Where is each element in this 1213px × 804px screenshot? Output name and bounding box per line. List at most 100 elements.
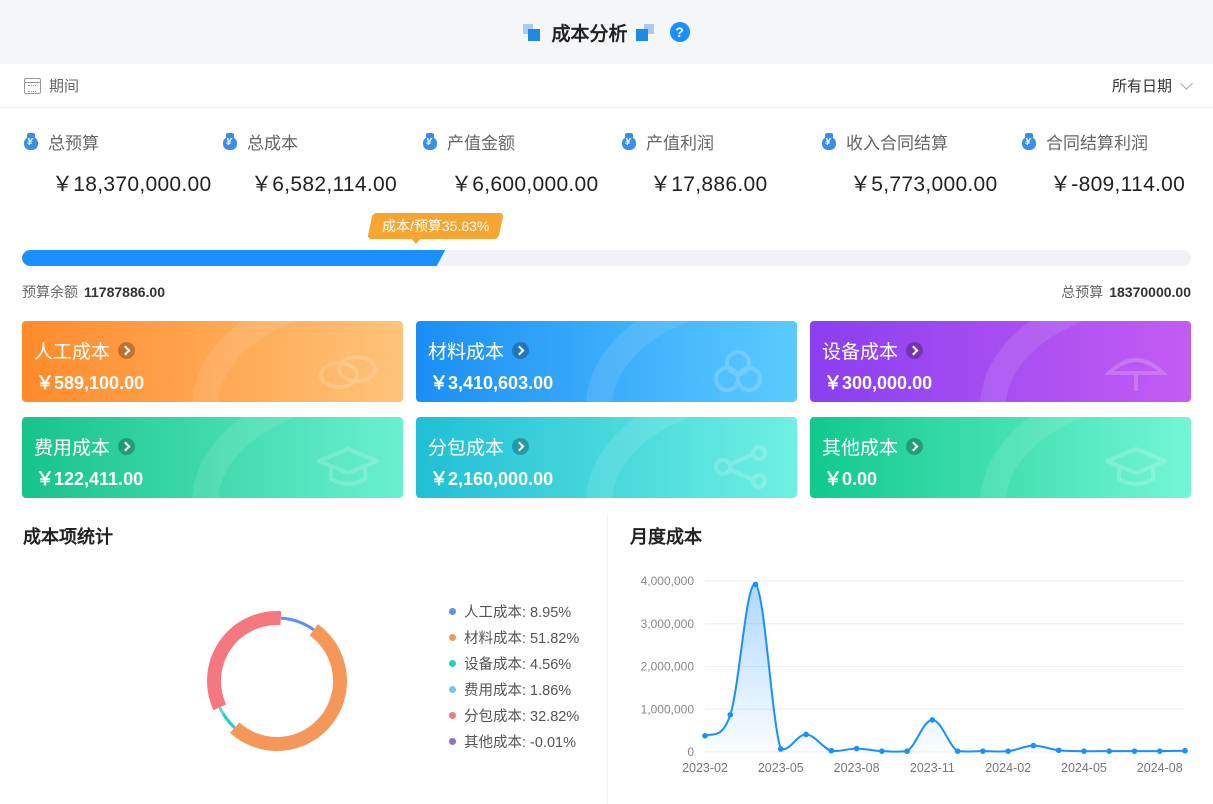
stat-value: ￥6,582,114.00 bbox=[251, 173, 397, 196]
summary-stats: 总预算 ￥18,370,000.00 总成本 ￥6,582,114.00 产值金… bbox=[0, 128, 1213, 208]
stat-label: 总预算 bbox=[48, 133, 99, 153]
progress-tooltip: 成本/预算35.83% bbox=[367, 213, 505, 239]
data-point[interactable] bbox=[1106, 748, 1113, 754]
card-value: ￥0.00 bbox=[824, 469, 878, 489]
chevron-right-icon[interactable] bbox=[118, 342, 136, 359]
donut-slice-3[interactable] bbox=[218, 706, 225, 715]
card-label[interactable]: 分包成本 bbox=[428, 433, 504, 460]
legend-dot-icon bbox=[449, 659, 456, 667]
legend-label: 材料成本: 51.82% bbox=[464, 630, 580, 647]
data-point[interactable] bbox=[879, 748, 885, 754]
card-label[interactable]: 其他成本 bbox=[822, 433, 898, 460]
legend-dot-icon bbox=[449, 737, 456, 745]
series-line bbox=[704, 583, 1186, 753]
card-label[interactable]: 费用成本 bbox=[34, 433, 110, 460]
budget-remaining-label: 预算余额 bbox=[22, 284, 78, 300]
money-bag-icon bbox=[822, 132, 836, 150]
data-point[interactable] bbox=[727, 712, 734, 718]
data-point[interactable] bbox=[904, 748, 910, 754]
legend-label: 费用成本: 1.86% bbox=[464, 682, 572, 699]
stat-label: 产值金额 bbox=[447, 133, 515, 153]
card-label[interactable]: 设备成本 bbox=[822, 337, 898, 364]
donut-slice-0[interactable] bbox=[280, 616, 315, 632]
coins-icon bbox=[319, 355, 377, 389]
chevron-right-icon[interactable] bbox=[118, 438, 136, 455]
stat-value: ￥17,886.00 bbox=[650, 173, 768, 196]
x-tick-label: 2023-11 bbox=[910, 761, 955, 775]
pie-chart-title: 成本项统计 bbox=[23, 527, 113, 547]
stat-label: 合同结算利润 bbox=[1046, 133, 1148, 153]
y-tick-label: 4,000,000 bbox=[641, 574, 695, 588]
y-tick-label: 2,000,000 bbox=[641, 660, 695, 674]
stat-value: ￥5,773,000.00 bbox=[850, 173, 998, 196]
calendar-icon bbox=[24, 77, 41, 94]
card-value: ￥589,100.00 bbox=[36, 373, 145, 393]
card-subcontract-cost[interactable]: 分包成本 ￥2,160,000.00 bbox=[416, 417, 797, 498]
data-point[interactable] bbox=[1081, 748, 1087, 754]
section-divider bbox=[607, 514, 608, 804]
data-point[interactable] bbox=[1030, 742, 1037, 749]
card-value: ￥300,000.00 bbox=[824, 373, 933, 393]
chevron-right-icon[interactable] bbox=[512, 342, 530, 359]
legend-item[interactable]: 人工成本: 8.95% bbox=[449, 598, 579, 624]
period-label: 期间 bbox=[49, 78, 80, 95]
data-point[interactable] bbox=[702, 732, 708, 739]
help-icon[interactable]: ? bbox=[669, 22, 690, 42]
period-value[interactable]: 所有日期 bbox=[1112, 75, 1172, 96]
data-point[interactable] bbox=[803, 731, 809, 738]
data-point[interactable] bbox=[1182, 747, 1188, 754]
donut-slice-1[interactable] bbox=[229, 624, 347, 751]
card-material-cost[interactable]: 材料成本 ￥3,410,603.00 bbox=[416, 321, 797, 402]
chevron-right-icon[interactable] bbox=[906, 438, 924, 455]
data-point[interactable] bbox=[1131, 748, 1138, 754]
legend-dot-icon bbox=[449, 711, 456, 719]
y-tick-label: 3,000,000 bbox=[641, 617, 695, 631]
period-filter: 期间 所有日期 bbox=[0, 64, 1213, 108]
budget-remaining: 预算余额 11787886.00 bbox=[22, 282, 165, 302]
legend-item[interactable]: 分包成本: 32.82% bbox=[449, 702, 579, 728]
data-point[interactable] bbox=[853, 745, 860, 752]
monthly-cost-chart: 0 1,000,000 2,000,000 3,000,000 4,000,000 202… bbox=[641, 574, 1188, 775]
data-point[interactable] bbox=[777, 746, 784, 752]
card-other-cost[interactable]: 其他成本 ￥0.00 bbox=[810, 417, 1191, 498]
legend-item[interactable]: 设备成本: 4.56% bbox=[449, 650, 579, 676]
donut-slice-2[interactable] bbox=[221, 713, 236, 729]
card-value: ￥3,410,603.00 bbox=[430, 373, 554, 393]
title-decoration-icon bbox=[635, 22, 656, 42]
stat-label: 总成本 bbox=[247, 133, 298, 153]
stat-total-budget: 总预算 ￥18,370,000.00 bbox=[24, 128, 212, 198]
money-bag-icon bbox=[24, 132, 38, 150]
x-tick-label: 2023-02 bbox=[682, 761, 728, 775]
card-label[interactable]: 人工成本 bbox=[34, 337, 110, 364]
chevron-down-icon[interactable] bbox=[1180, 76, 1193, 90]
legend-item[interactable]: 其他成本: -0.01% bbox=[449, 728, 579, 754]
period-select[interactable]: 所有日期 bbox=[1112, 75, 1193, 96]
data-point[interactable] bbox=[1055, 747, 1062, 754]
chevron-right-icon[interactable] bbox=[906, 342, 924, 359]
legend-item[interactable]: 费用成本: 1.86% bbox=[449, 676, 579, 702]
cap-icon bbox=[317, 446, 379, 486]
data-point[interactable] bbox=[980, 748, 986, 754]
data-point[interactable] bbox=[929, 717, 936, 723]
money-bag-icon bbox=[223, 132, 237, 150]
money-bag-icon bbox=[423, 132, 437, 150]
budget-total: 总预算 18370000.00 bbox=[1061, 282, 1191, 302]
data-point[interactable] bbox=[752, 581, 759, 588]
stat-value: ￥6,600,000.00 bbox=[451, 173, 599, 196]
budget-progress-bar bbox=[22, 250, 1191, 266]
legend-item[interactable]: 材料成本: 51.82% bbox=[449, 624, 579, 650]
card-expense-cost[interactable]: 费用成本 ￥122,411.00 bbox=[22, 417, 403, 498]
card-equipment-cost[interactable]: 设备成本 ￥300,000.00 bbox=[810, 321, 1191, 402]
y-tick-label: 0 bbox=[687, 745, 694, 759]
chevron-right-icon[interactable] bbox=[512, 438, 530, 455]
legend-dot-icon bbox=[449, 633, 456, 641]
data-point[interactable] bbox=[954, 748, 961, 754]
data-point[interactable] bbox=[828, 747, 835, 754]
card-labor-cost[interactable]: 人工成本 ￥589,100.00 bbox=[22, 321, 403, 402]
data-point[interactable] bbox=[1005, 748, 1011, 754]
data-point[interactable] bbox=[1156, 748, 1163, 754]
donut-slice-4[interactable] bbox=[207, 611, 282, 711]
card-label[interactable]: 材料成本 bbox=[428, 337, 504, 364]
budget-total-label: 总预算 bbox=[1061, 284, 1104, 300]
page-header: 成本分析 ? bbox=[0, 0, 1213, 64]
